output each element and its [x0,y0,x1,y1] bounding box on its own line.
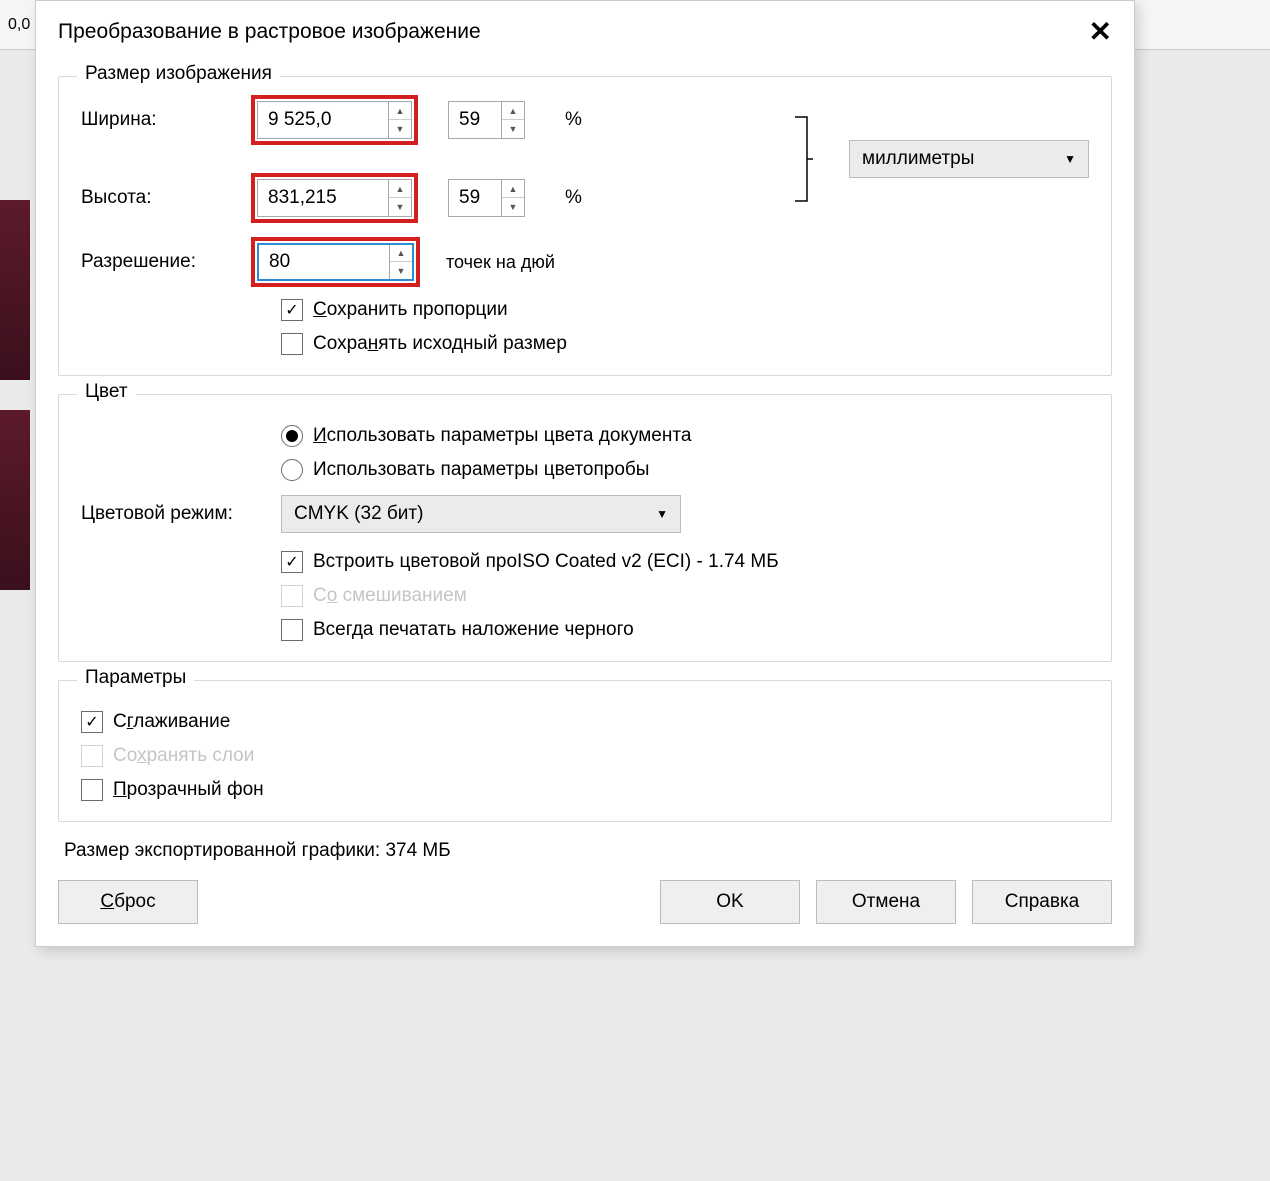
transparent-bg-checkbox[interactable] [81,779,103,801]
convert-to-bitmap-dialog: Преобразование в растровое изображение ✕… [35,0,1135,947]
resolution-unit: точек на дюй [446,252,555,273]
height-step-up-icon[interactable]: ▲ [389,180,411,198]
height-step-down-icon[interactable]: ▼ [389,198,411,216]
use-proof-color-radio[interactable] [281,459,303,481]
color-group: Цвет Использовать параметры цвета докуме… [58,394,1112,662]
percent-symbol: % [565,187,582,209]
resolution-label: Разрешение: [81,251,251,273]
keep-layers-label: Сохранять слои [113,745,254,767]
color-legend: Цвет [77,381,136,403]
toolbar-value: 0,0 [0,12,38,38]
units-value: миллиметры [862,148,974,170]
height-label: Высота: [81,187,251,209]
resolution-field[interactable] [259,245,389,279]
transparent-bg-label: Прозрачный фон [113,779,264,801]
height-input[interactable]: ▲ ▼ [257,179,412,217]
canvas-swatch [0,410,30,590]
overprint-black-checkbox[interactable] [281,619,303,641]
height-field[interactable] [258,180,388,216]
embed-profile-label: Встроить цветовой про [313,551,517,573]
color-mode-dropdown[interactable]: CMYK (32 бит) ▼ [281,495,681,533]
height-pct-step-down-icon[interactable]: ▼ [502,198,524,216]
use-doc-color-label: Использовать параметры цвета документа [313,425,691,447]
keep-aspect-label: Сохранить пропорции [313,299,508,321]
width-percent-input[interactable]: ▲ ▼ [448,101,525,139]
use-doc-color-radio[interactable] [281,425,303,447]
image-size-legend: Размер изображения [77,63,280,85]
options-legend: Параметры [77,667,194,689]
chevron-down-icon: ▼ [1064,152,1076,166]
percent-symbol: % [565,109,582,131]
dialog-title: Преобразование в растровое изображение [58,20,481,44]
help-button[interactable]: Справка [972,880,1112,924]
cancel-button[interactable]: Отмена [816,880,956,924]
width-pct-step-down-icon[interactable]: ▼ [502,120,524,138]
resolution-step-up-icon[interactable]: ▲ [390,245,412,262]
units-dropdown[interactable]: миллиметры ▼ [849,140,1089,178]
width-label: Ширина: [81,109,251,131]
resolution-input[interactable]: ▲ ▼ [257,243,414,281]
image-size-group: Размер изображения Ширина: ▲ ▼ [58,76,1112,376]
height-pct-step-up-icon[interactable]: ▲ [502,180,524,198]
ok-button[interactable]: OK [660,880,800,924]
embed-profile-checkbox[interactable]: ✓ [281,551,303,573]
width-percent-field[interactable] [449,102,501,138]
height-percent-field[interactable] [449,180,501,216]
antialias-label: Сглаживание [113,711,230,733]
keep-aspect-checkbox[interactable]: ✓ [281,299,303,321]
color-mode-value: CMYK (32 бит) [294,503,423,525]
use-proof-color-label: Использовать параметры цветопробы [313,459,649,481]
height-percent-input[interactable]: ▲ ▼ [448,179,525,217]
overprint-black-label: Всегда печатать наложение черного [313,619,634,641]
antialias-checkbox[interactable]: ✓ [81,711,103,733]
reset-button[interactable]: Сброс [58,880,198,924]
keep-original-label: Сохранять исходный размер [313,333,567,355]
chevron-down-icon: ▼ [656,507,668,521]
color-mode-label: Цветовой режим: [81,503,281,525]
canvas-edge [0,200,30,620]
export-size-status: Размер экспортированной графики: 374 МБ [58,840,1112,862]
width-pct-step-up-icon[interactable]: ▲ [502,102,524,120]
resolution-step-down-icon[interactable]: ▼ [390,262,412,279]
keep-original-checkbox[interactable] [281,333,303,355]
width-step-down-icon[interactable]: ▼ [389,120,411,138]
close-icon[interactable]: ✕ [1089,15,1112,48]
options-group: Параметры ✓ Сглаживание Сохранять слои П… [58,680,1112,822]
dither-label: Со смешиванием [313,585,467,607]
keep-layers-checkbox [81,745,103,767]
canvas-swatch [0,200,30,380]
profile-info: ISO Coated v2 (ECI) - 1.74 МБ [517,551,779,573]
dither-checkbox [281,585,303,607]
width-input[interactable]: ▲ ▼ [257,101,412,139]
width-step-up-icon[interactable]: ▲ [389,102,411,120]
width-field[interactable] [258,102,388,138]
